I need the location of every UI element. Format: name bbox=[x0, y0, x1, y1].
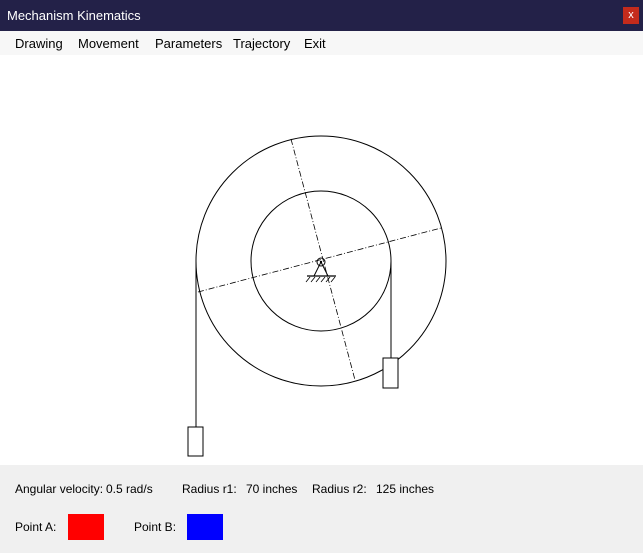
pivot-support-icon bbox=[305, 257, 336, 283]
weight-left bbox=[187, 426, 204, 457]
menu-item-drawing[interactable]: Drawing bbox=[15, 36, 63, 51]
angular-velocity-label: Angular velocity: bbox=[15, 482, 104, 496]
point-b-label: Point B: bbox=[134, 520, 177, 534]
axis-line-vertical bbox=[290, 138, 356, 381]
radius-r1-label: Radius r1: bbox=[182, 482, 237, 496]
mechanism-drawing bbox=[187, 135, 447, 457]
parameters-panel: Angular velocity: 0.5 rad/s Radius r1: 7… bbox=[0, 465, 643, 553]
window-title: Mechanism Kinematics bbox=[7, 8, 141, 23]
menu-item-exit[interactable]: Exit bbox=[304, 36, 326, 51]
menu-bar: Drawing Movement Parameters Trajectory E… bbox=[0, 31, 643, 55]
point-a-label: Point A: bbox=[15, 520, 57, 534]
close-button[interactable]: x bbox=[623, 7, 639, 24]
angular-velocity-value: 0.5 rad/s bbox=[106, 482, 153, 496]
point-a-color-swatch[interactable] bbox=[68, 514, 104, 540]
radius-r2-value: 125 inches bbox=[376, 482, 435, 496]
axis-line-horizontal bbox=[197, 227, 442, 293]
title-bar: Mechanism Kinematics x bbox=[0, 0, 643, 31]
menu-item-trajectory[interactable]: Trajectory bbox=[233, 36, 290, 51]
menu-item-parameters[interactable]: Parameters bbox=[155, 36, 222, 51]
drawing-canvas[interactable] bbox=[0, 55, 643, 465]
radius-r1-value: 70 inches bbox=[246, 482, 298, 496]
menu-item-movement[interactable]: Movement bbox=[78, 36, 139, 51]
point-b-color-swatch[interactable] bbox=[187, 514, 223, 540]
weight-right bbox=[382, 357, 399, 389]
radius-r2-label: Radius r2: bbox=[312, 482, 367, 496]
